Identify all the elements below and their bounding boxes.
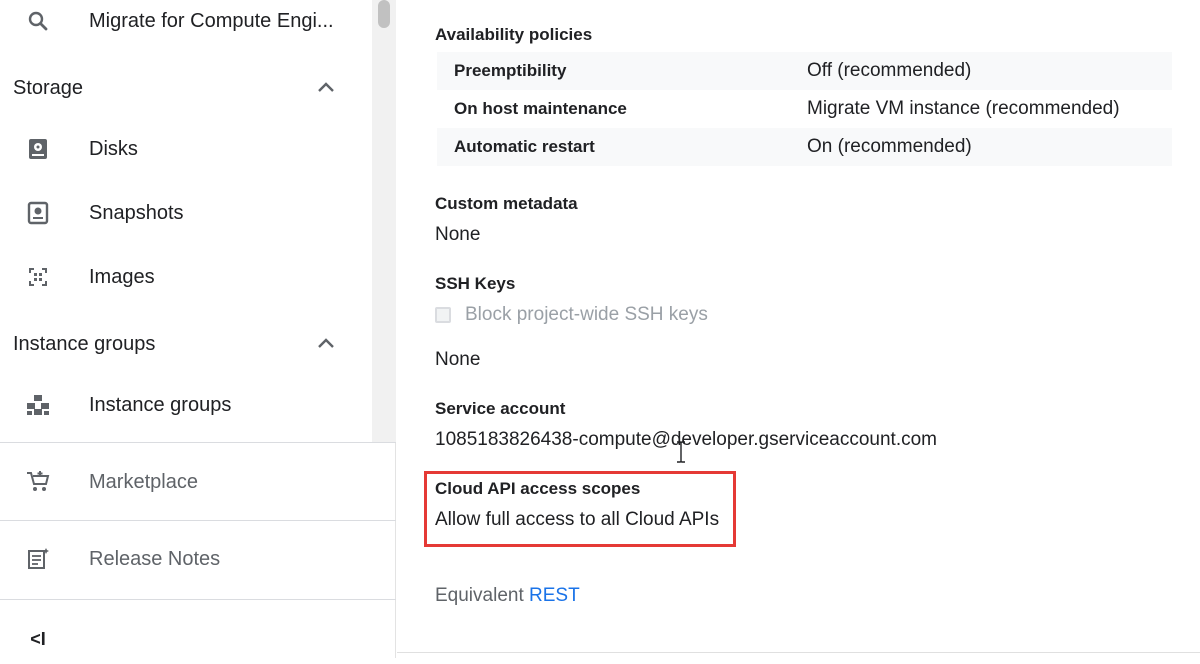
block-ssh-keys-label: Block project-wide SSH keys: [465, 304, 708, 325]
sidebar-item-label: Instance groups: [89, 393, 232, 416]
sidebar-item-disks[interactable]: Disks: [0, 124, 370, 174]
section-instance-groups-label: Instance groups: [13, 332, 156, 355]
policy-value: Migrate VM instance (recommended): [807, 98, 1120, 119]
sidebar-item-label: Marketplace: [89, 470, 198, 493]
sidebar-item-images[interactable]: Images: [0, 252, 370, 302]
cloud-api-scopes-value: Allow full access to all Cloud APIs: [435, 509, 720, 530]
sidebar-item-release-notes[interactable]: Release Notes: [0, 534, 370, 584]
custom-metadata-label: Custom metadata: [435, 194, 578, 213]
section-instance-groups[interactable]: Instance groups: [0, 322, 370, 366]
block-ssh-keys-checkbox-row: Block project-wide SSH keys: [435, 302, 708, 328]
section-storage-label: Storage: [13, 76, 84, 99]
equivalent-rest-link[interactable]: REST: [529, 585, 580, 606]
sidebar-item-label: Disks: [89, 137, 138, 160]
sidebar-item-instance-groups[interactable]: Instance groups: [0, 380, 370, 430]
image-icon: [24, 263, 52, 291]
release-notes-icon: [24, 545, 52, 573]
service-account-value: 1085183826438-compute@developer.gservice…: [435, 429, 938, 450]
sidebar-scrollbar[interactable]: [372, 0, 396, 442]
collapse-sidebar-button[interactable]: <I: [0, 614, 370, 664]
sidebar-item-label: Release Notes: [89, 547, 221, 570]
collapse-sidebar-icon: <I: [30, 628, 46, 649]
policy-value: On (recommended): [807, 136, 972, 157]
chevron-up-icon: [314, 76, 338, 100]
instance-details-panel: Availability policies Preemptibility Off…: [397, 0, 1200, 658]
table-row: On host maintenance Migrate VM instance …: [437, 90, 1172, 128]
section-storage[interactable]: Storage: [0, 66, 370, 110]
block-ssh-keys-checkbox[interactable]: [435, 307, 451, 323]
table-row: Automatic restart On (recommended): [437, 128, 1172, 166]
sidebar-item-label: Migrate for Compute Engi...: [89, 9, 334, 32]
cloud-api-scopes-label: Cloud API access scopes: [435, 479, 641, 498]
sidebar-scrollbar-thumb[interactable]: [378, 0, 390, 28]
sidebar-item-label: Images: [89, 265, 155, 288]
availability-policies-table: Preemptibility Off (recommended) On host…: [437, 52, 1172, 166]
ssh-keys-value: None: [435, 349, 481, 370]
panel-bottom-divider: [397, 652, 1200, 653]
sidebar-divider: [0, 442, 396, 443]
disk-icon: [24, 135, 52, 163]
policy-key: Automatic restart: [454, 137, 595, 156]
sidebar-divider: [0, 520, 396, 521]
sidebar-item-migrate[interactable]: Migrate for Compute Engi...: [0, 0, 370, 46]
search-icon: [24, 7, 52, 35]
table-row: Preemptibility Off (recommended): [437, 52, 1172, 90]
cart-icon: [24, 468, 52, 496]
policy-value: Off (recommended): [807, 60, 972, 81]
instance-groups-icon: [24, 391, 52, 419]
chevron-up-icon: [314, 332, 338, 356]
equivalent-rest-line: Equivalent REST: [435, 585, 580, 607]
sidebar-item-marketplace[interactable]: Marketplace: [0, 457, 370, 507]
equivalent-label: Equivalent: [435, 585, 524, 606]
snapshot-icon: [24, 199, 52, 227]
policy-key: Preemptibility: [454, 61, 567, 80]
ssh-keys-label: SSH Keys: [435, 274, 516, 293]
sidebar-item-label: Snapshots: [89, 201, 184, 224]
custom-metadata-value: None: [435, 224, 481, 245]
service-account-label: Service account: [435, 399, 566, 418]
sidebar-divider: [0, 599, 396, 600]
policy-key: On host maintenance: [454, 99, 627, 118]
sidebar: Migrate for Compute Engi... Storage Disk…: [0, 0, 396, 658]
sidebar-item-snapshots[interactable]: Snapshots: [0, 188, 370, 238]
text-cursor-icon: [676, 441, 686, 463]
availability-policies-label: Availability policies: [435, 25, 593, 44]
